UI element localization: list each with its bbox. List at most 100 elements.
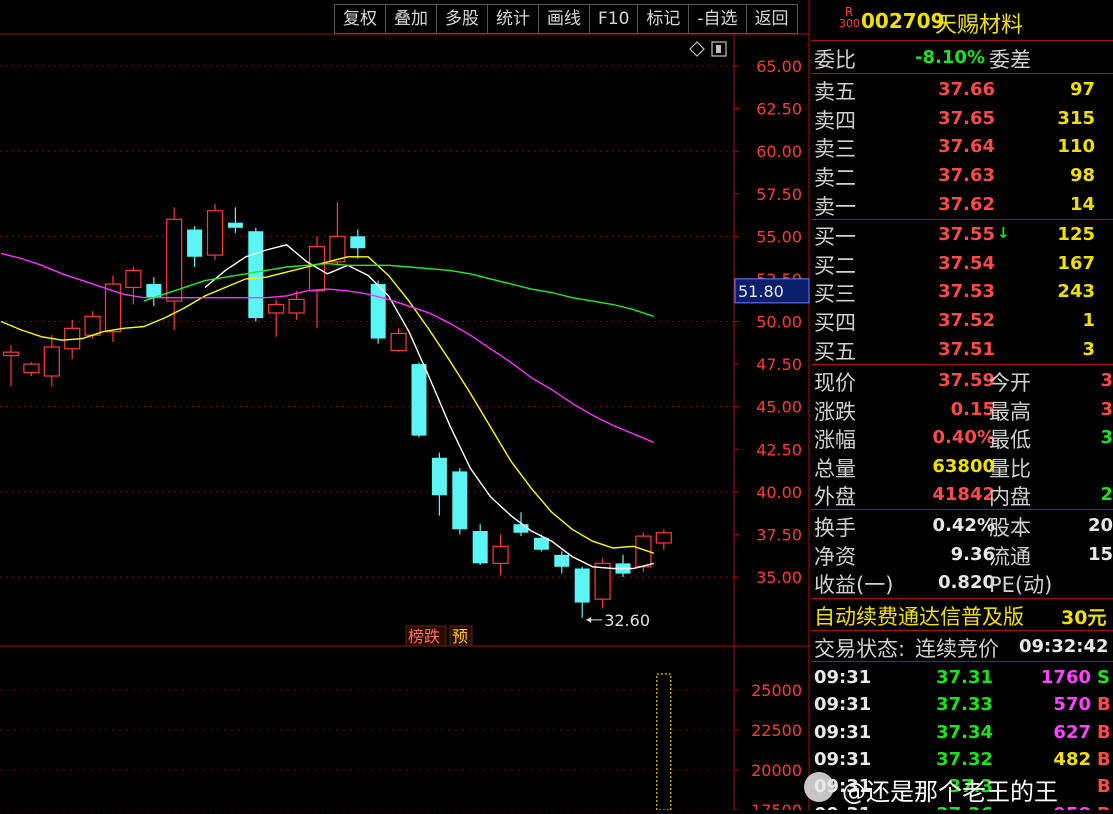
stat-label: 净资 <box>814 544 856 569</box>
tick-volume: 627 <box>1053 721 1091 743</box>
tick-price: 37.33 <box>936 694 993 716</box>
ask-row: 卖三 37.64 110 <box>811 133 1113 161</box>
stat-value: 0.820 <box>938 572 995 594</box>
stat-value: 9.36 <box>950 543 995 565</box>
separator <box>811 630 1113 631</box>
candle-body-down <box>248 231 264 319</box>
stat-label: 涨幅 <box>814 428 856 453</box>
bid-label: 买二 <box>814 253 856 278</box>
quote-panel: R 300 002709 天赐材料 委比 -8.10% 委差 自动续费通达信普及… <box>811 0 1113 810</box>
kline-chart-svg[interactable]: 65.0062.5060.0057.5055.0052.5050.0047.50… <box>0 0 810 814</box>
stat-value: 20 <box>1087 515 1113 536</box>
bid-label: 买四 <box>814 311 856 336</box>
bid-row: 买一 37.55 ↓ 125 <box>811 221 1113 249</box>
toolbar-button[interactable]: 标记 <box>638 5 690 33</box>
tick-volume: 482 <box>1053 748 1091 770</box>
ad-row[interactable]: 自动续费通达信普及版 30元 <box>811 601 1113 629</box>
bid-volume: 125 <box>1057 224 1095 245</box>
tick-price: 37.31 <box>936 667 993 688</box>
bid-price: 37.51 <box>938 338 995 360</box>
volume-tick-label: 20000 <box>751 761 802 780</box>
stock-header: R 300 002709 天赐材料 <box>811 0 1113 38</box>
bid-volume: 3 <box>1082 338 1095 360</box>
watermark-text: @还是那个老王的王 <box>842 778 1058 806</box>
toolbar-button[interactable]: F10 <box>590 5 639 33</box>
stat-label: 现价 <box>814 371 856 395</box>
stat-value: 2 <box>1100 484 1113 506</box>
toolbar-button[interactable]: 画线 <box>539 5 590 33</box>
tick-volume: 570 <box>1053 694 1091 716</box>
stat-value: 37.59 <box>938 370 995 391</box>
toolbar-button[interactable]: 叠加 <box>386 5 437 33</box>
trade-status-row: 交易状态: 连续竞价 09:32:42 <box>811 633 1113 661</box>
candle-body-up <box>2 351 20 357</box>
watermark: @还是那个老王的王 <box>800 768 1110 808</box>
ma-line <box>204 244 654 570</box>
ask-volume: 97 <box>1069 79 1095 100</box>
ask-row: 卖五 37.66 97 <box>811 76 1113 104</box>
toolbar-button[interactable]: 返回 <box>747 5 797 33</box>
stat-row: 涨跌 0.15 最高 3 <box>811 396 1113 424</box>
diamond-icon <box>689 41 705 57</box>
volume-tick-label: 17500 <box>751 801 802 810</box>
toolbar-button[interactable]: 多股 <box>437 5 488 33</box>
candle-body-down <box>452 471 468 530</box>
stat-label: 最低 <box>989 428 1031 453</box>
candle-body-down <box>187 229 203 257</box>
stat-label: 换手 <box>814 516 856 540</box>
stat-value: 41842 <box>932 484 995 506</box>
candle-body-up <box>23 363 40 374</box>
stat-row: 收益(一) 0.820 PE(动) <box>811 569 1113 597</box>
price-tick-label: 55.00 <box>756 227 802 246</box>
bid-label: 买三 <box>814 282 856 307</box>
stat-row: 涨幅 0.40% 最低 3 <box>811 424 1113 452</box>
candle-body-down <box>513 524 529 533</box>
ask-volume: 14 <box>1069 193 1095 215</box>
stat-value: 0.40% <box>932 427 995 449</box>
candle-body-down <box>472 531 488 564</box>
cursor-price-label: 51.80 <box>738 282 784 301</box>
toolbar-button[interactable]: -自选 <box>689 5 747 33</box>
badge-label: 榜跌 <box>408 627 440 646</box>
bid-price: 37.53 <box>938 281 995 303</box>
ask-volume: 110 <box>1057 136 1095 158</box>
bid-row: 买三 37.53 243 <box>811 278 1113 306</box>
stat-label: 量比 <box>989 456 1031 481</box>
candle-body-up <box>308 245 326 292</box>
stat-label: PE(动) <box>989 573 1053 598</box>
ma-line <box>0 252 655 444</box>
tick-price: 37.32 <box>936 748 993 770</box>
price-tick-label: 35.00 <box>756 568 802 587</box>
stat-value: 15 <box>1087 543 1113 565</box>
ask-row: 卖一 37.62 14 <box>811 191 1113 219</box>
ask-label: 卖五 <box>814 80 856 104</box>
badge-label: 预 <box>452 627 468 646</box>
bid-volume: 243 <box>1057 281 1095 303</box>
ask-price: 37.62 <box>938 193 995 215</box>
tick-time: 09:31 <box>814 694 872 716</box>
price-tick-label: 45.00 <box>756 398 802 417</box>
candle-body-up <box>492 545 509 564</box>
toolbar-button[interactable]: 复权 <box>335 5 386 33</box>
bid-row: 买四 37.52 1 <box>811 307 1113 335</box>
stat-label: 总量 <box>814 456 856 481</box>
ask-price: 37.63 <box>938 165 995 187</box>
ad-text[interactable]: 自动续费通达信普及版 <box>814 601 1024 631</box>
candle-body-up <box>125 269 142 289</box>
kline-chart-area[interactable]: 65.0062.5060.0057.5055.0052.5050.0047.50… <box>0 0 810 814</box>
ad-price[interactable]: 30元 <box>1061 603 1113 630</box>
volume-tick-label: 22500 <box>751 721 802 740</box>
candle-body-down <box>350 236 366 249</box>
stat-value: 63800 <box>932 455 995 477</box>
candle-body-down <box>574 568 590 603</box>
tick-side: S <box>1097 667 1110 688</box>
candle-body-up <box>655 532 672 544</box>
stat-value: 0.15 <box>950 398 995 420</box>
toolbar-button[interactable]: 统计 <box>488 5 539 33</box>
stat-label: 今开 <box>989 371 1031 395</box>
weibi-row: 委比 -8.10% 委差 <box>811 44 1113 72</box>
price-tick-label: 50.00 <box>756 313 802 332</box>
weibi-value: -8.10% <box>915 47 985 68</box>
price-tick-label: 42.50 <box>756 440 802 459</box>
stat-row: 净资 9.36 流通 15 <box>811 541 1113 569</box>
